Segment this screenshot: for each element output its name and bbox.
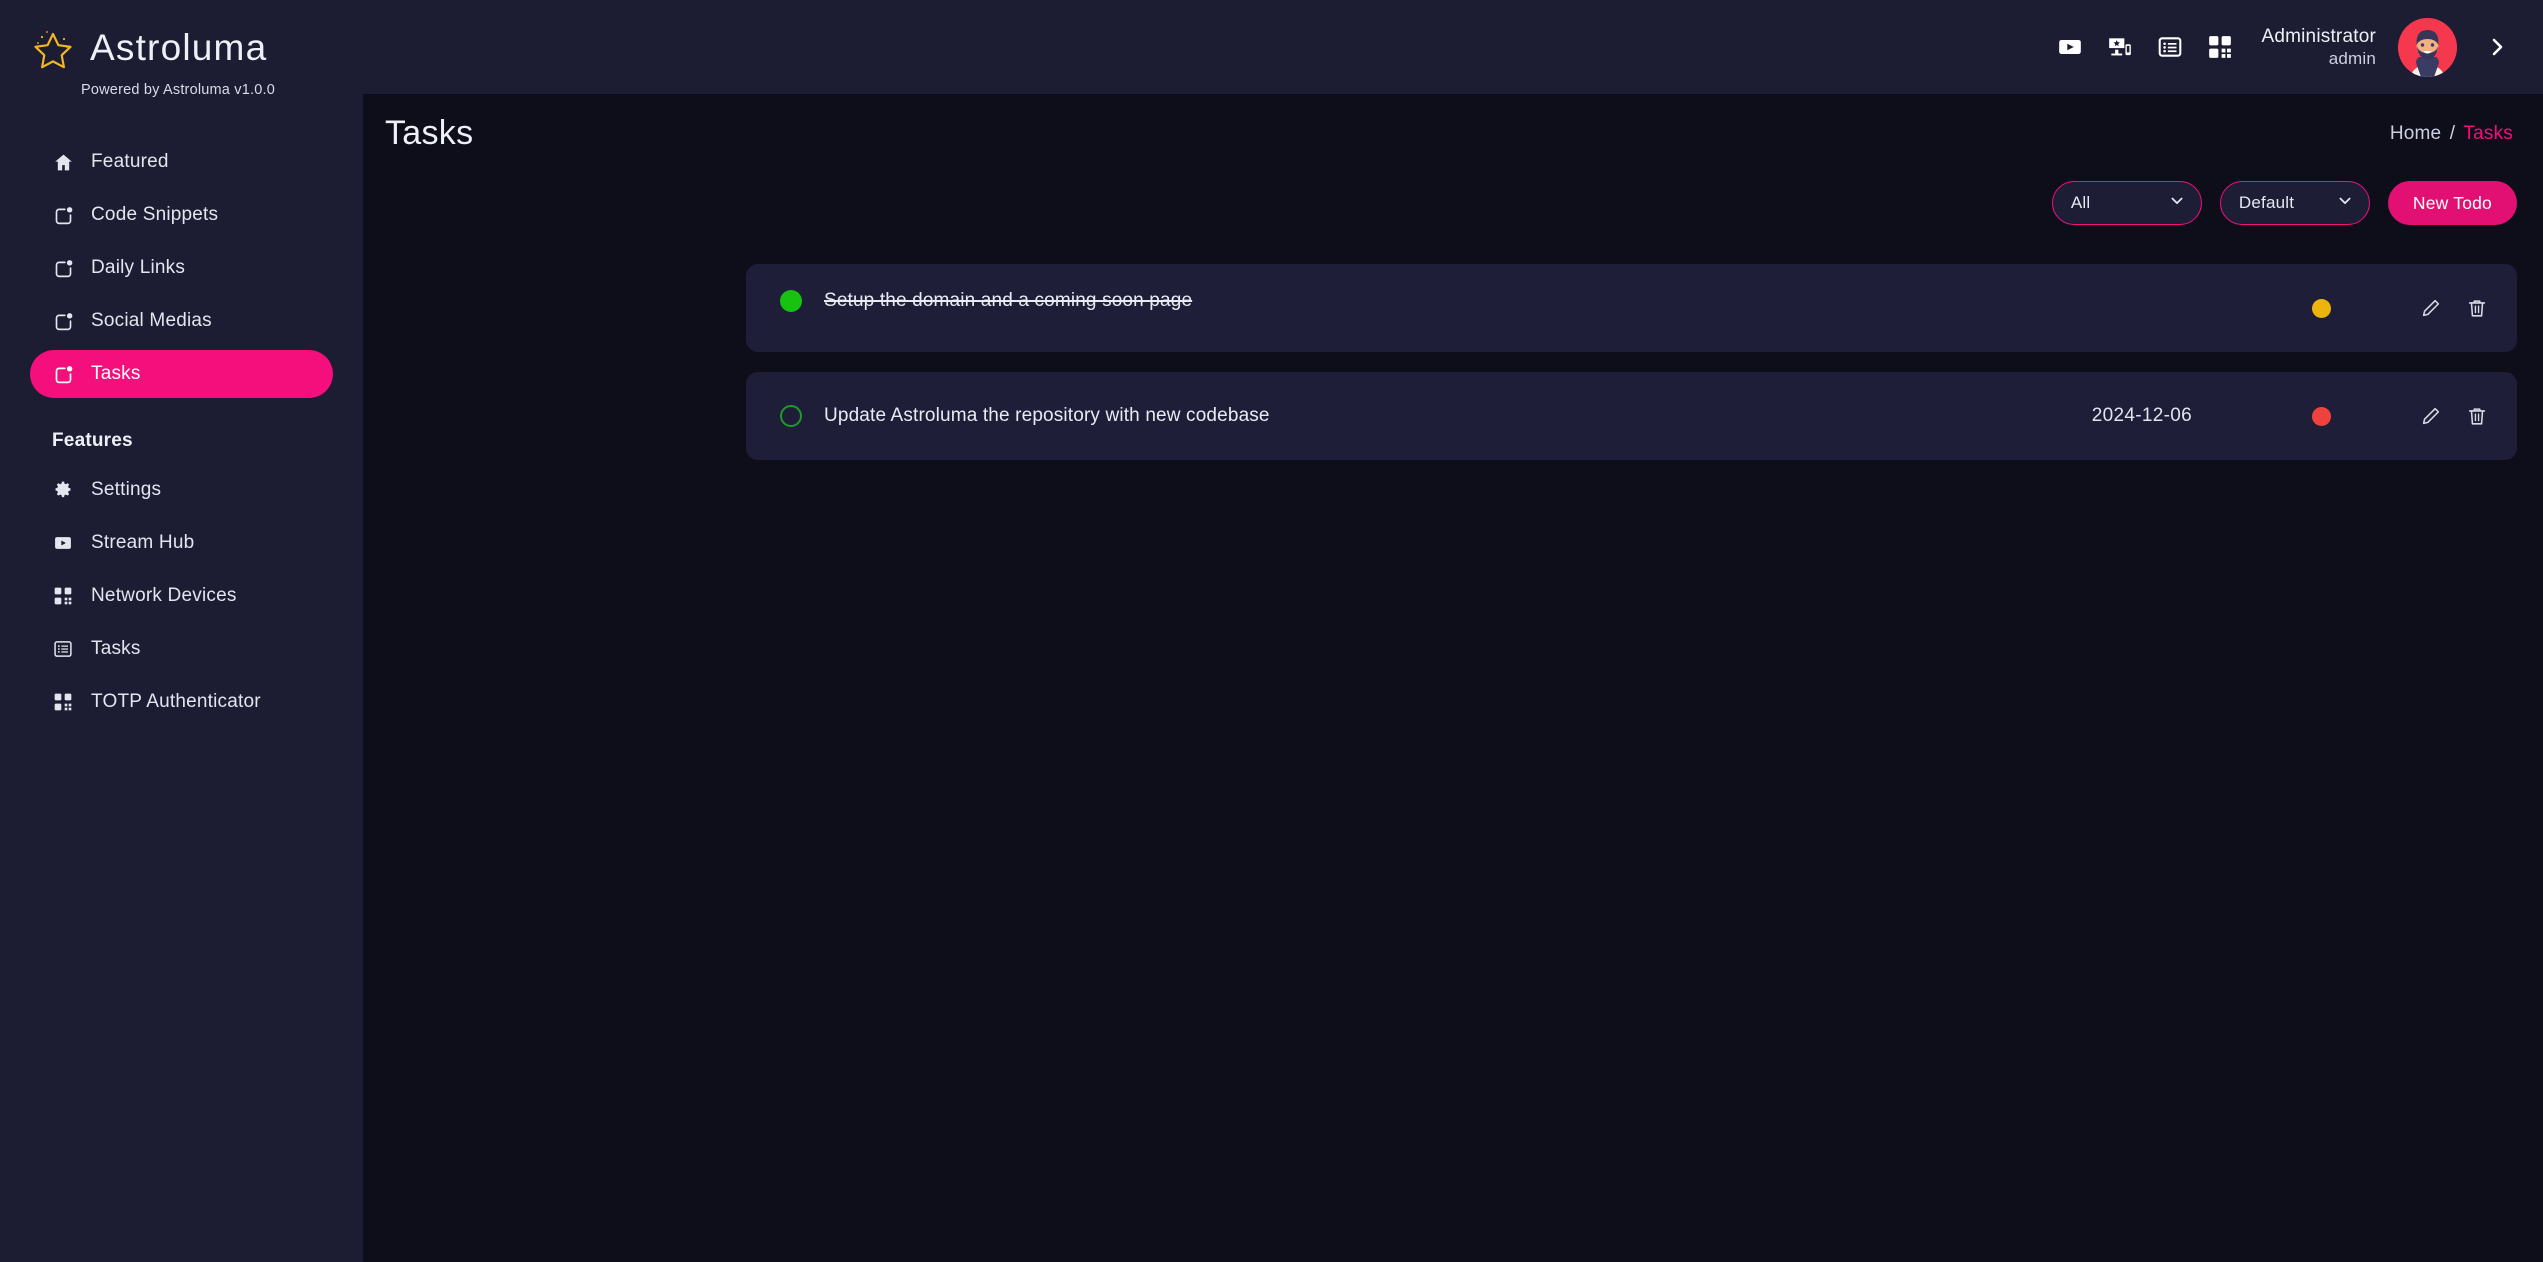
sidebar-item-label: Tasks — [91, 363, 141, 384]
trash-icon[interactable] — [2465, 404, 2489, 428]
external-window-icon — [52, 257, 74, 279]
sidebar-nav: Featured Code Snippets Daily Links Socia… — [0, 138, 363, 726]
sidebar-item-totp-authenticator[interactable]: TOTP Authenticator — [30, 678, 333, 726]
sidebar-item-label: Social Medias — [91, 310, 212, 331]
task-actions — [2419, 296, 2489, 320]
sidebar-item-label: Daily Links — [91, 257, 186, 278]
chevron-right-icon[interactable] — [2483, 33, 2511, 61]
list-icon — [52, 638, 74, 660]
brand-title: Astroluma — [90, 27, 268, 68]
task-actions — [2419, 404, 2489, 428]
sidebar-item-social-medias[interactable]: Social Medias — [30, 297, 333, 345]
task-row[interactable]: Update Astroluma the repository with new… — [746, 372, 2517, 460]
sidebar: Astroluma Powered by Astroluma v1.0.0 Fe… — [0, 0, 363, 1262]
external-window-icon — [52, 310, 74, 332]
task-title: Setup the domain and a coming soon page — [824, 290, 1193, 311]
priority-dot — [2312, 406, 2331, 426]
sidebar-item-stream-hub[interactable]: Stream Hub — [30, 519, 333, 567]
toolbar: All Default New Todo — [2051, 181, 2517, 225]
main-content: Administrator admin Tasks Home / Tasks A… — [0, 0, 2543, 1262]
sidebar-section-label: Features — [52, 430, 133, 451]
app-root: Astroluma Powered by Astroluma v1.0.0 Fe… — [0, 0, 2543, 1262]
pencil-icon[interactable] — [2419, 296, 2443, 320]
sidebar-item-daily-links[interactable]: Daily Links — [30, 244, 333, 292]
filter-select-value: All — [2070, 193, 2091, 212]
qr-code-icon — [52, 691, 74, 713]
user-role: admin — [2328, 49, 2376, 69]
sort-select[interactable]: Default — [2219, 181, 2370, 225]
user-info[interactable]: Administrator admin — [2261, 25, 2376, 70]
priority-dot — [2312, 298, 2331, 318]
sort-select-value: Default — [2238, 193, 2295, 212]
sidebar-item-tasks-feature[interactable]: Tasks — [30, 625, 333, 673]
star-icon — [30, 26, 76, 72]
new-todo-button[interactable]: New Todo — [2387, 181, 2517, 225]
brand[interactable]: Astroluma Powered by Astroluma v1.0.0 — [0, 0, 363, 98]
devices-icon[interactable] — [2105, 32, 2135, 62]
sidebar-item-label: Stream Hub — [91, 532, 195, 553]
qr-code-icon[interactable] — [2205, 32, 2235, 62]
trash-icon[interactable] — [2465, 296, 2489, 320]
task-checkbox[interactable] — [780, 290, 802, 312]
sidebar-item-label: Tasks — [91, 638, 141, 659]
brand-subtitle: Powered by Astroluma v1.0.0 — [81, 82, 275, 98]
task-due-date: 2024-12-06 — [2091, 405, 2192, 426]
filter-select[interactable]: All — [2051, 181, 2202, 225]
avatar[interactable] — [2398, 17, 2457, 77]
home-icon — [52, 151, 74, 173]
play-icon — [52, 532, 74, 554]
task-list: Setup the domain and a coming soon page — [746, 264, 2517, 460]
pencil-icon[interactable] — [2419, 404, 2443, 428]
page-title: Tasks — [385, 114, 474, 152]
task-title: Update Astroluma the repository with new… — [824, 405, 1270, 426]
topbar: Administrator admin — [0, 0, 2543, 94]
gear-icon — [52, 479, 74, 501]
sidebar-item-label: TOTP Authenticator — [91, 691, 261, 712]
chevron-down-icon — [2337, 193, 2353, 214]
user-name: Administrator — [2261, 25, 2376, 47]
sidebar-item-settings[interactable]: Settings — [30, 466, 333, 514]
breadcrumb: Home / Tasks — [2390, 123, 2513, 145]
list-icon[interactable] — [2155, 32, 2185, 62]
external-window-icon — [52, 204, 74, 226]
breadcrumb-home[interactable]: Home — [2390, 123, 2441, 144]
task-row[interactable]: Setup the domain and a coming soon page — [746, 264, 2517, 352]
qr-code-icon — [52, 585, 74, 607]
breadcrumb-separator: / — [2449, 122, 2456, 144]
sidebar-item-label: Settings — [91, 479, 162, 500]
sidebar-item-label: Code Snippets — [91, 204, 219, 225]
task-checkbox[interactable] — [780, 405, 802, 427]
sidebar-item-code-snippets[interactable]: Code Snippets — [30, 191, 333, 239]
page-header: Tasks Home / Tasks — [363, 94, 2543, 153]
topbar-icons — [2055, 32, 2235, 62]
sidebar-item-network-devices[interactable]: Network Devices — [30, 572, 333, 620]
external-window-icon — [52, 363, 74, 385]
chevron-down-icon — [2169, 193, 2185, 214]
sidebar-item-featured[interactable]: Featured — [30, 138, 333, 186]
sidebar-item-tasks[interactable]: Tasks — [30, 350, 333, 398]
sidebar-item-label: Network Devices — [91, 585, 237, 606]
breadcrumb-current: Tasks — [2463, 122, 2513, 144]
sidebar-item-label: Featured — [91, 151, 169, 172]
play-icon[interactable] — [2055, 32, 2085, 62]
